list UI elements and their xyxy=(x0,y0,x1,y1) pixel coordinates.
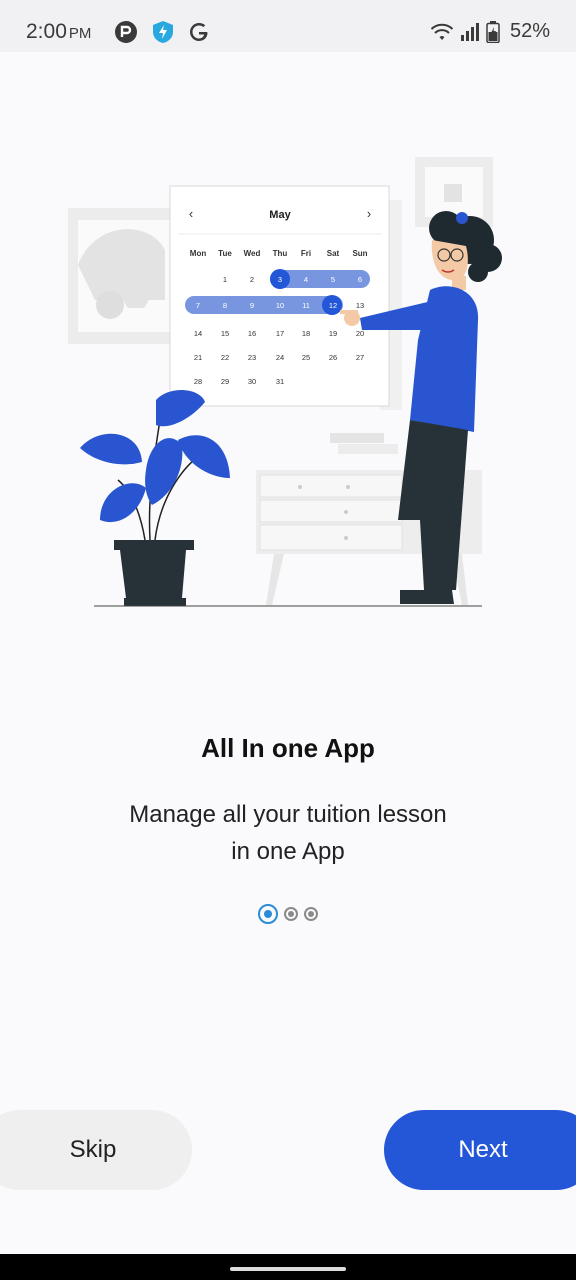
calendar-day: 26 xyxy=(329,353,337,362)
navigation-bar xyxy=(0,1254,576,1280)
onboarding-illustration: May‹ ›Mon Tue Wed Thu Fri Sat Sun1 2 3 4 5 67 8 9 10 11 1… xyxy=(68,157,502,607)
subtitle-line-2: in one App xyxy=(231,838,345,865)
page-dot-2[interactable] xyxy=(284,907,298,921)
calendar-day: 7 xyxy=(196,301,200,310)
page-indicator xyxy=(0,904,576,924)
calendar-weekday: Tue xyxy=(218,249,232,258)
calendar-day: 6 xyxy=(358,275,362,284)
calendar-month: May xyxy=(269,209,291,221)
calendar-day: 9 xyxy=(250,301,254,310)
onboarding-title: All In one App xyxy=(201,733,375,763)
calendar-day: 14 xyxy=(194,329,202,338)
status-time-ampm: PM xyxy=(68,25,92,42)
status-time: 2:00 PM xyxy=(26,20,91,44)
calendar-day: 8 xyxy=(223,301,227,310)
calendar-weekday: Fri xyxy=(301,249,311,258)
calendar-day: 28 xyxy=(194,377,202,386)
status-icons-right: 52% xyxy=(430,20,550,43)
calendar-day: 5 xyxy=(331,275,335,284)
page-dot-1[interactable] xyxy=(258,904,278,924)
calendar-day: 31 xyxy=(276,377,284,386)
calendar-day: 19 xyxy=(329,329,337,338)
calendar-day: 1 xyxy=(223,275,227,284)
calendar-day: 16 xyxy=(248,329,256,338)
home-handle[interactable] xyxy=(230,1267,346,1271)
google-icon xyxy=(190,23,208,41)
calendar-day: 27 xyxy=(356,353,364,362)
next-button[interactable]: Next xyxy=(384,1110,576,1190)
calendar-day: 20 xyxy=(356,329,364,338)
chevron-left-icon: ‹ xyxy=(189,206,193,221)
calendar-day: 13 xyxy=(356,301,364,310)
status-time-value: 2:00 xyxy=(26,20,67,43)
signal-icon xyxy=(460,22,479,41)
calendar-day: 25 xyxy=(302,353,310,362)
calendar-day: 10 xyxy=(276,301,284,310)
record-icon xyxy=(115,21,137,43)
battery-percent: 52% xyxy=(509,20,550,42)
calendar-day: 4 xyxy=(304,275,308,284)
calendar-day: 21 xyxy=(194,353,202,362)
calendar-weekday: Thu xyxy=(273,249,288,258)
calendar-day: 17 xyxy=(276,329,284,338)
shield-bolt-icon xyxy=(153,21,173,43)
calendar-day: 3 xyxy=(278,275,282,284)
calendar-day: 12 xyxy=(329,301,337,310)
calendar-day: 15 xyxy=(221,329,229,338)
status-bar: 2:00 PM 52% xyxy=(0,0,576,52)
status-icons-left xyxy=(114,20,210,44)
calendar-weekday: Sat xyxy=(327,249,340,258)
calendar-day: 30 xyxy=(248,377,256,386)
onboarding-subtitle: Manage all your tuition lesson in one Ap… xyxy=(88,796,488,870)
calendar-weekday: Sun xyxy=(352,249,367,258)
calendar-day: 11 xyxy=(302,301,310,310)
subtitle-line-1: Manage all your tuition lesson xyxy=(129,801,447,828)
calendar-day: 18 xyxy=(302,329,310,338)
calendar-day: 29 xyxy=(221,377,229,386)
calendar-weekday: Wed xyxy=(244,249,261,258)
wifi-icon xyxy=(430,23,454,40)
calendar-weekday: Mon xyxy=(190,249,207,258)
plant xyxy=(80,390,230,606)
chevron-right-icon: › xyxy=(367,206,371,221)
calendar-day: 24 xyxy=(276,353,284,362)
skip-button[interactable]: Skip xyxy=(0,1110,192,1190)
wall-frame-left xyxy=(68,208,180,344)
calendar-day: 22 xyxy=(221,353,229,362)
calendar-day: 2 xyxy=(250,275,254,284)
calendar-day: 23 xyxy=(248,353,256,362)
page-dot-3[interactable] xyxy=(304,907,318,921)
battery-icon xyxy=(486,20,500,43)
